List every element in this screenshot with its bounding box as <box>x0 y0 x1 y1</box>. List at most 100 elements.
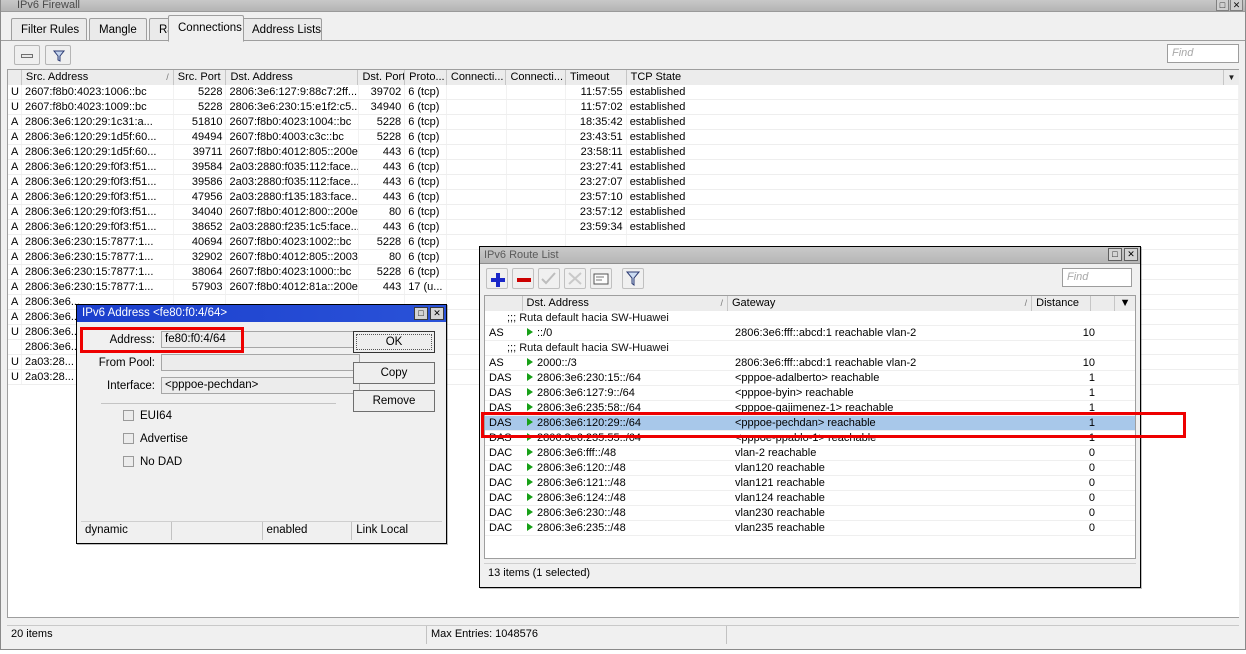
table-row[interactable]: A2806:3e6:120:29:1d5f:60...494942607:f8b… <box>8 130 1239 145</box>
routes-table-header: Dst. Address / Gateway / Distance ▼ <box>485 296 1135 311</box>
tab-filter-rules[interactable]: Filter Rules <box>11 18 87 41</box>
advertise-checkbox[interactable] <box>123 433 134 444</box>
route-active-arrow-icon <box>527 478 533 486</box>
remove-button[interactable]: Remove <box>353 390 435 412</box>
route-maximize-icon[interactable]: □ <box>1108 248 1122 261</box>
column-protocol[interactable]: Proto... <box>405 70 447 85</box>
table-row[interactable]: A2806:3e6:120:29:f0f3:f51...395842a03:28… <box>8 160 1239 175</box>
table-row[interactable]: A2806:3e6:120:29:f0f3:f51...340402607:f8… <box>8 205 1239 220</box>
column-src-port[interactable]: Src. Port <box>174 70 227 85</box>
address-input[interactable]: fe80:f0:4/64 <box>161 331 360 348</box>
route-comment-row[interactable]: ;;; Ruta default hacia SW-Huawei <box>485 311 1135 326</box>
route-row[interactable]: DAC2806:3e6:120::/48vlan120 reachable0 <box>485 461 1135 476</box>
route-row[interactable]: DAS2806:3e6:127:9::/64<pppoe-byin> reach… <box>485 386 1135 401</box>
cell-route-flags: DAS <box>485 386 523 401</box>
table-row[interactable]: A2806:3e6:120:29:1d5f:60...397112607:f8b… <box>8 145 1239 160</box>
route-column-distance[interactable]: Distance <box>1032 296 1091 311</box>
no-dad-checkbox[interactable] <box>123 456 134 467</box>
table-row[interactable]: A2806:3e6:120:29:1c31:a...518102607:f8b0… <box>8 115 1239 130</box>
route-row[interactable]: DAS2806:3e6:120:29::/64<pppoe-pechdan> r… <box>485 416 1135 431</box>
column-tcp-state[interactable]: TCP State <box>627 70 1239 85</box>
route-close-icon[interactable]: ✕ <box>1124 248 1138 261</box>
column-chooser-button[interactable]: ▼ <box>1223 70 1239 85</box>
minus-icon <box>21 54 33 58</box>
route-find-input[interactable]: Find <box>1062 268 1132 287</box>
maximize-icon[interactable]: □ <box>1216 0 1229 11</box>
route-column-dst-address[interactable]: Dst. Address / <box>523 296 728 311</box>
column-dst-address[interactable]: Dst. Address <box>226 70 358 85</box>
cell-route-distance: 1 <box>1039 371 1099 386</box>
cell-route-flags: DAC <box>485 461 523 476</box>
route-row[interactable]: AS2000::/32806:3e6:fff::abcd:1 reachable… <box>485 356 1135 371</box>
cell-dst-address: 2806:3e6:127:9:88c7:2ff... <box>226 85 358 99</box>
main-window-titlebar[interactable]: IPv6 Firewall □ ✕ <box>1 0 1245 12</box>
route-row[interactable]: DAS2806:3e6:235:58::/64<pppoe-gajimenez-… <box>485 401 1135 416</box>
route-row[interactable]: DAC2806:3e6:235::/48vlan235 reachable0 <box>485 521 1135 536</box>
route-row[interactable]: DAC2806:3e6:124::/48vlan124 reachable0 <box>485 491 1135 506</box>
advertise-checkbox-row[interactable]: Advertise <box>123 433 188 445</box>
no-dad-checkbox-row[interactable]: No DAD <box>123 456 182 468</box>
address-dialog-titlebar[interactable]: IPv6 Address <fe80:f0:4/64> □ ✕ <box>77 305 446 322</box>
route-status-bar: 13 items (1 selected) <box>484 563 1136 583</box>
route-active-arrow-icon <box>527 403 533 411</box>
route-comment-row[interactable]: ;;; Ruta default hacia SW-Huawei <box>485 341 1135 356</box>
table-row[interactable]: A2806:3e6:120:29:f0f3:f51...386522a03:28… <box>8 220 1239 235</box>
route-column-flags[interactable] <box>485 296 523 311</box>
cell-timeout: 23:57:12 <box>566 205 627 219</box>
table-row[interactable]: A2806:3e6:120:29:f0f3:f51...479562a03:28… <box>8 190 1239 205</box>
tab-mangle[interactable]: Mangle <box>89 18 147 41</box>
address-maximize-icon[interactable]: □ <box>414 307 428 320</box>
interface-input[interactable]: <pppoe-pechdan> <box>161 377 360 394</box>
enable-route-button[interactable] <box>538 268 560 289</box>
cell-tcp-state: established <box>627 190 1239 204</box>
cell-route-flags: DAC <box>485 491 523 506</box>
table-row[interactable]: U2607:f8b0:4023:1006::bc52282806:3e6:127… <box>8 85 1239 100</box>
route-column-chooser-button[interactable]: ▼ <box>1115 296 1135 311</box>
cell-protocol: 6 (tcp) <box>405 115 447 129</box>
main-find-input[interactable]: Find <box>1167 44 1239 63</box>
column-connection-type[interactable]: Connecti... <box>506 70 566 85</box>
disable-route-button[interactable] <box>564 268 586 289</box>
column-timeout[interactable]: Timeout <box>566 70 627 85</box>
table-row[interactable]: U2607:f8b0:4023:1009::bc52282806:3e6:230… <box>8 100 1239 115</box>
cell-dst-address: 2a03:2880:f035:112:face... <box>226 160 358 174</box>
route-row[interactable]: DAC2806:3e6:fff::/48vlan-2 reachable0 <box>485 446 1135 461</box>
copy-button[interactable]: Copy <box>353 362 435 384</box>
add-route-button[interactable] <box>486 268 508 289</box>
cell-route-flags: DAS <box>485 401 523 416</box>
cell-dst-address: 2607:f8b0:4003:c3c::bc <box>226 130 358 144</box>
tab-address-lists[interactable]: Address Lists <box>242 18 322 41</box>
remove-route-button[interactable] <box>512 268 534 289</box>
route-row[interactable]: DAC2806:3e6:230::/48vlan230 reachable0 <box>485 506 1135 521</box>
table-row[interactable]: A2806:3e6:120:29:f0f3:f51...395862a03:28… <box>8 175 1239 190</box>
eui64-checkbox-row[interactable]: EUI64 <box>123 410 172 422</box>
cell-src-port: 34040 <box>174 205 227 219</box>
close-icon[interactable]: ✕ <box>1230 0 1243 11</box>
tab-connections[interactable]: Connections <box>168 15 244 42</box>
eui64-checkbox[interactable] <box>123 410 134 421</box>
address-close-icon[interactable]: ✕ <box>430 307 444 320</box>
route-row[interactable]: DAS2806:3e6:230:15::/64<pppoe-adalberto>… <box>485 371 1135 386</box>
remove-button[interactable] <box>14 45 40 65</box>
cell-dst-address: 2607:f8b0:4023:1004::bc <box>226 115 358 129</box>
route-column-gateway[interactable]: Gateway / <box>728 296 1032 311</box>
cell-route-distance: 1 <box>1039 386 1099 401</box>
filter-button[interactable] <box>45 45 71 65</box>
comment-route-button[interactable] <box>590 268 612 289</box>
route-column-gateway-label: Gateway <box>732 297 775 309</box>
cell-dst-port: 443 <box>359 145 406 159</box>
route-window-titlebar[interactable]: IPv6 Route List □ ✕ <box>480 247 1140 264</box>
cell-src-port: 38652 <box>174 220 227 234</box>
column-src-address[interactable]: Src. Address / <box>22 70 174 85</box>
from-pool-input[interactable] <box>161 354 360 371</box>
cell-flag: A <box>8 175 22 189</box>
ok-button[interactable]: OK <box>353 331 435 353</box>
route-column-extra[interactable] <box>1091 296 1115 311</box>
route-row[interactable]: AS::/02806:3e6:fff::abcd:1 reachable vla… <box>485 326 1135 341</box>
route-row[interactable]: DAC2806:3e6:121::/48vlan121 reachable0 <box>485 476 1135 491</box>
column-connection-mark[interactable]: Connecti... <box>447 70 507 85</box>
route-filter-button[interactable] <box>622 268 644 289</box>
column-flag[interactable] <box>8 70 22 85</box>
route-row[interactable]: DAS2806:3e6:235:55::/64<pppoe-ppablo-1> … <box>485 431 1135 446</box>
column-dst-port[interactable]: Dst. Port <box>358 70 405 85</box>
